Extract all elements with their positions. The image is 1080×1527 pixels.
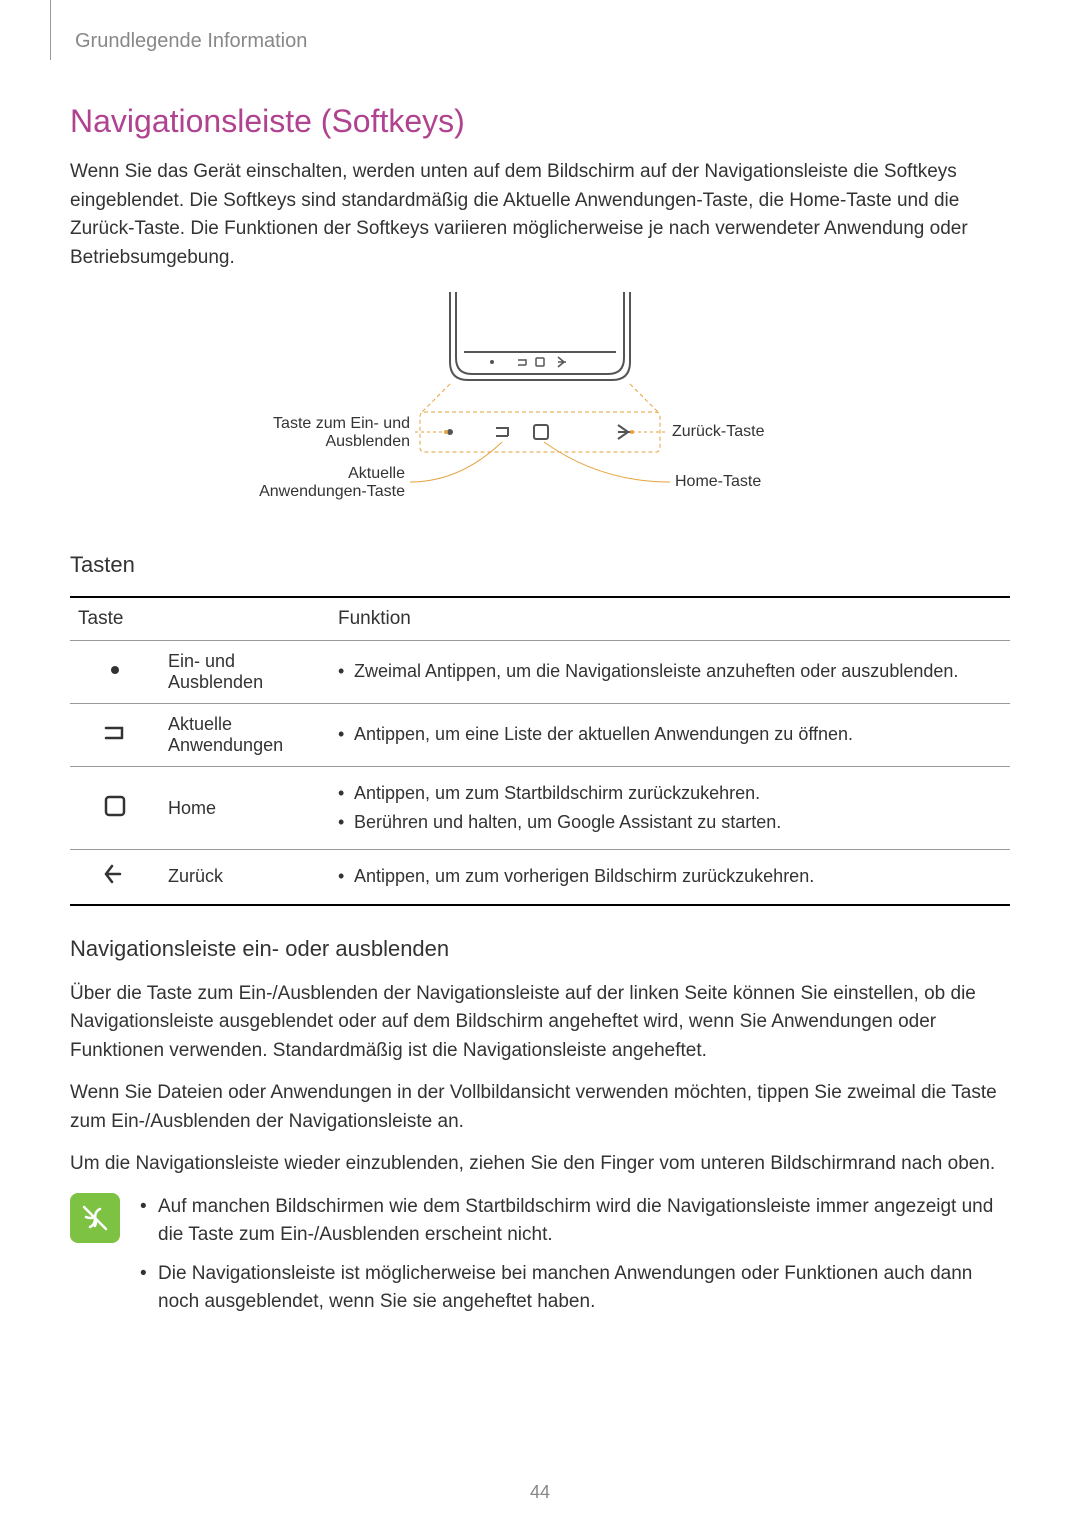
table-title: Tasten xyxy=(70,552,1010,578)
page-number: 44 xyxy=(0,1482,1080,1503)
page-heading: Navigationsleiste (Softkeys) xyxy=(70,103,1010,140)
diagram-label-home: Home-Taste xyxy=(675,473,761,490)
key-name: Aktuelle Anwendungen xyxy=(160,704,330,767)
note-icon xyxy=(70,1193,120,1243)
diagram-label-hide-1: Taste zum Ein- und xyxy=(273,415,410,432)
key-name: Home xyxy=(160,767,330,850)
diagram-label-recent-2: Anwendungen-Taste xyxy=(259,483,405,500)
chapter-label: Grundlegende Information xyxy=(75,30,1010,53)
key-name: Ein- und Ausblenden xyxy=(160,641,330,704)
note-box: Auf manchen Bildschirmen wie dem Startbi… xyxy=(70,1193,1010,1327)
note-item: Auf manchen Bildschirmen wie dem Startbi… xyxy=(140,1193,1010,1250)
page-content: Grundlegende Information Navigationsleis… xyxy=(0,0,1080,1327)
col-header-key: Taste xyxy=(70,597,330,641)
home-icon xyxy=(70,767,160,850)
sub-heading: Navigationsleiste ein- oder ausblenden xyxy=(70,936,1010,962)
table-row: Aktuelle Anwendungen Antippen, um eine L… xyxy=(70,704,1010,767)
paragraph: Wenn Sie Dateien oder Anwendungen in der… xyxy=(70,1079,1010,1136)
softkey-diagram: Taste zum Ein- und Ausblenden Aktuelle A… xyxy=(70,292,1010,522)
recent-icon xyxy=(70,704,160,767)
back-icon xyxy=(70,850,160,905)
key-func: Antippen, um eine Liste der aktuellen An… xyxy=(330,704,1010,767)
side-rule xyxy=(50,0,51,60)
paragraph: Um die Navigationsleiste wieder einzuble… xyxy=(70,1150,1010,1179)
col-header-func: Funktion xyxy=(330,597,1010,641)
diagram-label-recent-1: Aktuelle xyxy=(348,465,405,482)
key-func: Antippen, um zum Startbildschirm zurückz… xyxy=(330,767,1010,850)
note-item: Die Navigationsleiste ist möglicherweise… xyxy=(140,1260,1010,1317)
dot-icon xyxy=(70,641,160,704)
diagram-label-back: Zurück-Taste xyxy=(672,423,765,440)
paragraph: Über die Taste zum Ein-/Ausblenden der N… xyxy=(70,980,1010,1066)
intro-paragraph: Wenn Sie das Gerät einschalten, werden u… xyxy=(70,158,1010,272)
table-row: Ein- und Ausblenden Zweimal Antippen, um… xyxy=(70,641,1010,704)
table-row: Zurück Antippen, um zum vorherigen Bilds… xyxy=(70,850,1010,905)
softkey-table: Taste Funktion Ein- und Ausblenden Zweim… xyxy=(70,596,1010,906)
key-func: Zweimal Antippen, um die Navigationsleis… xyxy=(330,641,1010,704)
key-func: Antippen, um zum vorherigen Bildschirm z… xyxy=(330,850,1010,905)
table-row: Home Antippen, um zum Startbildschirm zu… xyxy=(70,767,1010,850)
diagram-label-hide-2: Ausblenden xyxy=(325,433,410,450)
key-name: Zurück xyxy=(160,850,330,905)
note-list: Auf manchen Bildschirmen wie dem Startbi… xyxy=(140,1193,1010,1327)
